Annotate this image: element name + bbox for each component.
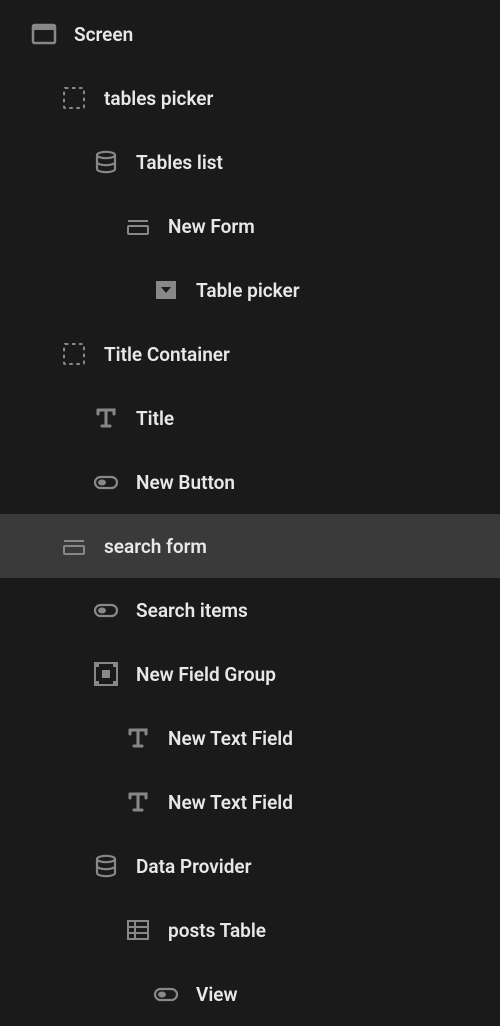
- fieldgroup-icon: [92, 660, 120, 688]
- component-tree: Screen tables picker Tables list New Form Ta…: [0, 0, 500, 1026]
- tree-item[interactable]: Table picker: [0, 258, 500, 322]
- tree-item[interactable]: Screen: [0, 2, 500, 66]
- tree-item-label: Title Container: [104, 343, 230, 366]
- tree-item-label: Screen: [74, 23, 133, 46]
- tree-item[interactable]: Tables list: [0, 130, 500, 194]
- tree-item-label: New Text Field: [168, 727, 293, 750]
- text-icon: [124, 788, 152, 816]
- tree-item[interactable]: View: [0, 962, 500, 1026]
- tree-item-label: Table picker: [196, 279, 300, 302]
- tree-item[interactable]: Title: [0, 386, 500, 450]
- button-icon: [152, 980, 180, 1008]
- dropdown-icon: [152, 276, 180, 304]
- tree-item[interactable]: tables picker: [0, 66, 500, 130]
- tree-item-label: New Form: [168, 215, 255, 238]
- tree-item-label: View: [196, 983, 238, 1006]
- tree-item[interactable]: New Button: [0, 450, 500, 514]
- tree-item[interactable]: Search items: [0, 578, 500, 642]
- button-icon: [92, 596, 120, 624]
- tree-item[interactable]: Title Container: [0, 322, 500, 386]
- tree-item[interactable]: New Field Group: [0, 642, 500, 706]
- form-icon: [60, 532, 88, 560]
- tree-item[interactable]: New Text Field: [0, 706, 500, 770]
- container-icon: [60, 84, 88, 112]
- tree-item[interactable]: New Form: [0, 194, 500, 258]
- database-icon: [92, 148, 120, 176]
- tree-item-label: Data Provider: [136, 855, 251, 878]
- tree-item-label: Tables list: [136, 151, 223, 174]
- container-icon: [60, 340, 88, 368]
- database-icon: [92, 852, 120, 880]
- tree-item-label: Search items: [136, 599, 248, 622]
- screen-icon: [30, 20, 58, 48]
- table-icon: [124, 916, 152, 944]
- tree-item[interactable]: search form: [0, 514, 500, 578]
- tree-item-label: Title: [136, 407, 174, 430]
- tree-item[interactable]: posts Table: [0, 898, 500, 962]
- tree-item-label: search form: [104, 535, 207, 558]
- text-icon: [124, 724, 152, 752]
- button-icon: [92, 468, 120, 496]
- tree-item[interactable]: New Text Field: [0, 770, 500, 834]
- text-icon: [92, 404, 120, 432]
- tree-item-label: posts Table: [168, 919, 266, 942]
- tree-item-label: New Field Group: [136, 663, 276, 686]
- tree-item-label: New Button: [136, 471, 235, 494]
- tree-item-label: tables picker: [104, 87, 213, 110]
- form-icon: [124, 212, 152, 240]
- tree-item[interactable]: Data Provider: [0, 834, 500, 898]
- tree-item-label: New Text Field: [168, 791, 293, 814]
